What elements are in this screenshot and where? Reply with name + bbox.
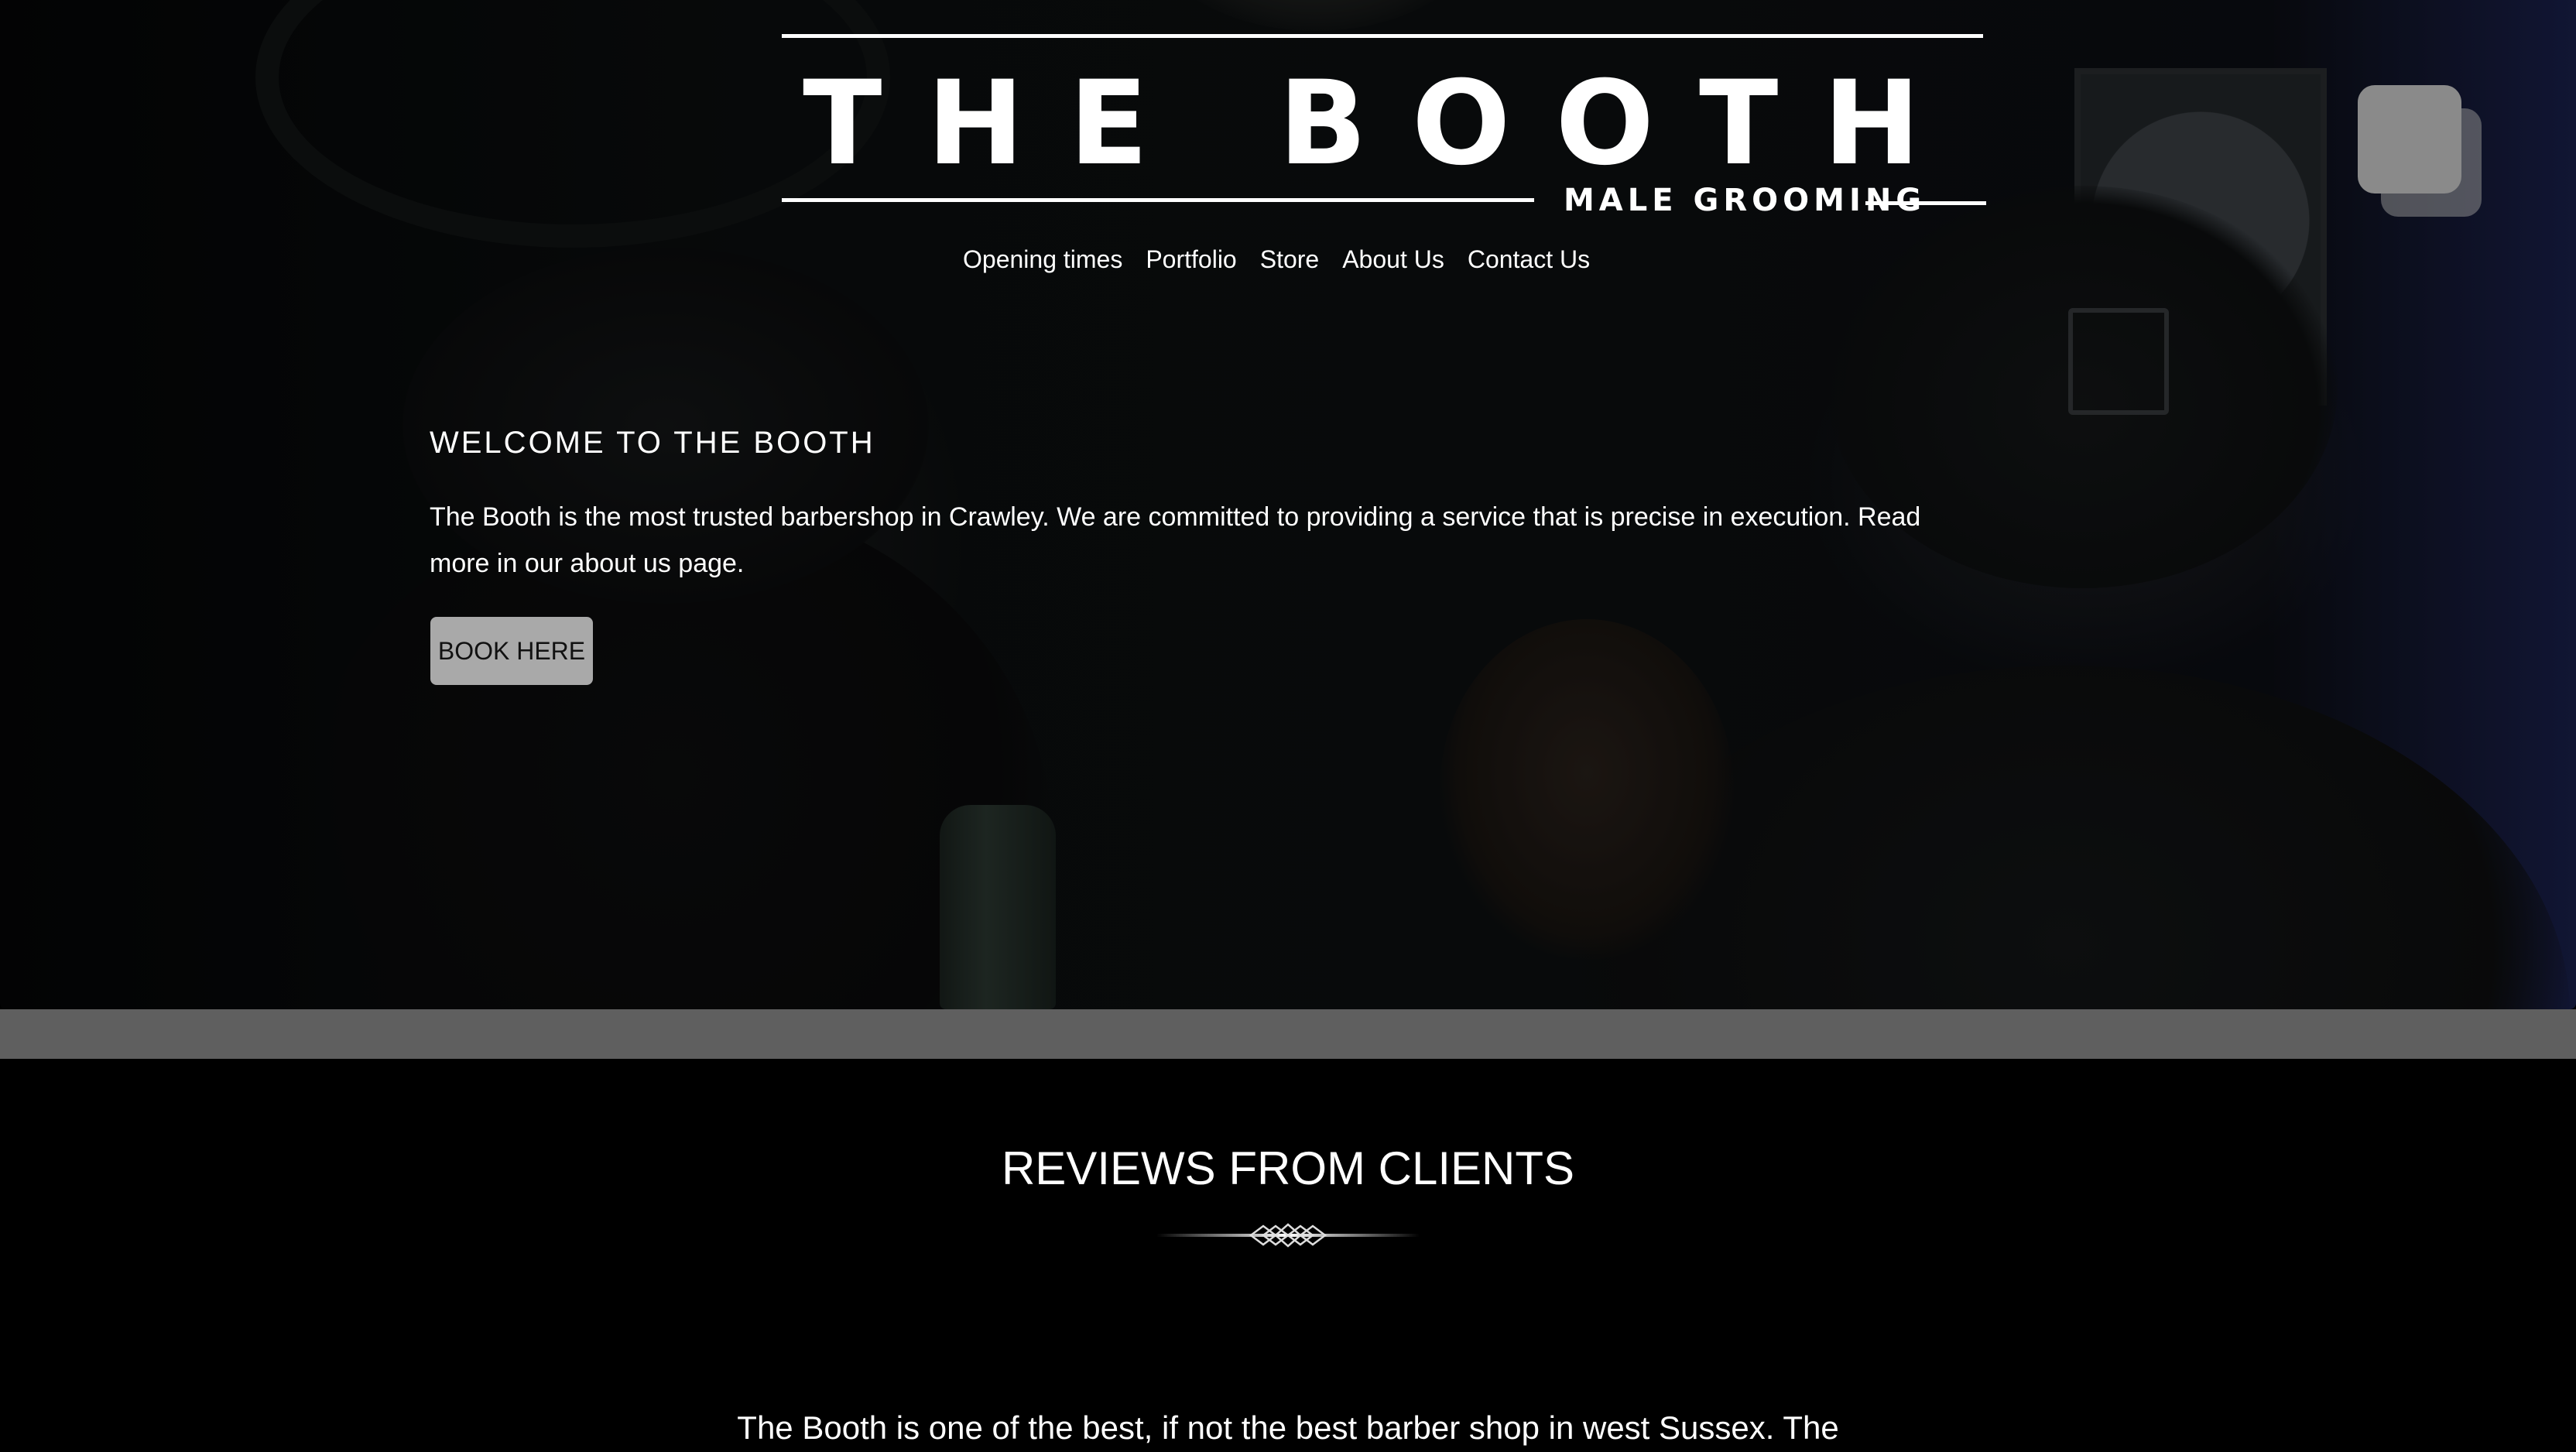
nav-portfolio[interactable]: Portfolio [1146, 241, 1236, 280]
nav-store[interactable]: Store [1260, 241, 1319, 280]
chat-bubble-front [2358, 85, 2461, 193]
logo-rule-bottom-right [1865, 201, 1986, 205]
site-logo[interactable]: THE BOOTH MALE GROOMING [782, 34, 1986, 228]
section-separator-band [0, 1009, 2576, 1059]
main-nav: Opening times Portfolio Store About Us C… [963, 241, 1590, 280]
welcome-text: The Booth is the most trusted barbershop… [430, 502, 1921, 578]
nav-about-us[interactable]: About Us [1342, 241, 1444, 280]
welcome-section: WELCOME TO THE BOOTH The Booth is the mo… [430, 421, 2055, 587]
nav-opening-times[interactable]: Opening times [963, 241, 1122, 280]
reviews-heading: REVIEWS FROM CLIENTS [1001, 1142, 1575, 1194]
nav-contact-us[interactable]: Contact Us [1468, 241, 1590, 280]
chat-bubbles-icon[interactable] [2358, 85, 2485, 217]
ornamental-divider-icon [1156, 1223, 1420, 1248]
logo-rule-top [782, 34, 1983, 38]
logo-rule-bottom-left [782, 198, 1534, 202]
welcome-heading: WELCOME TO THE BOOTH [430, 426, 875, 460]
book-here-button[interactable]: BOOK HERE [430, 617, 593, 685]
logo-subtitle: MALE GROOMING [1564, 183, 1927, 218]
review-quote: The Booth is one of the best, if not the… [737, 1409, 1839, 1446]
logo-title: THE BOOTH [803, 57, 1965, 191]
